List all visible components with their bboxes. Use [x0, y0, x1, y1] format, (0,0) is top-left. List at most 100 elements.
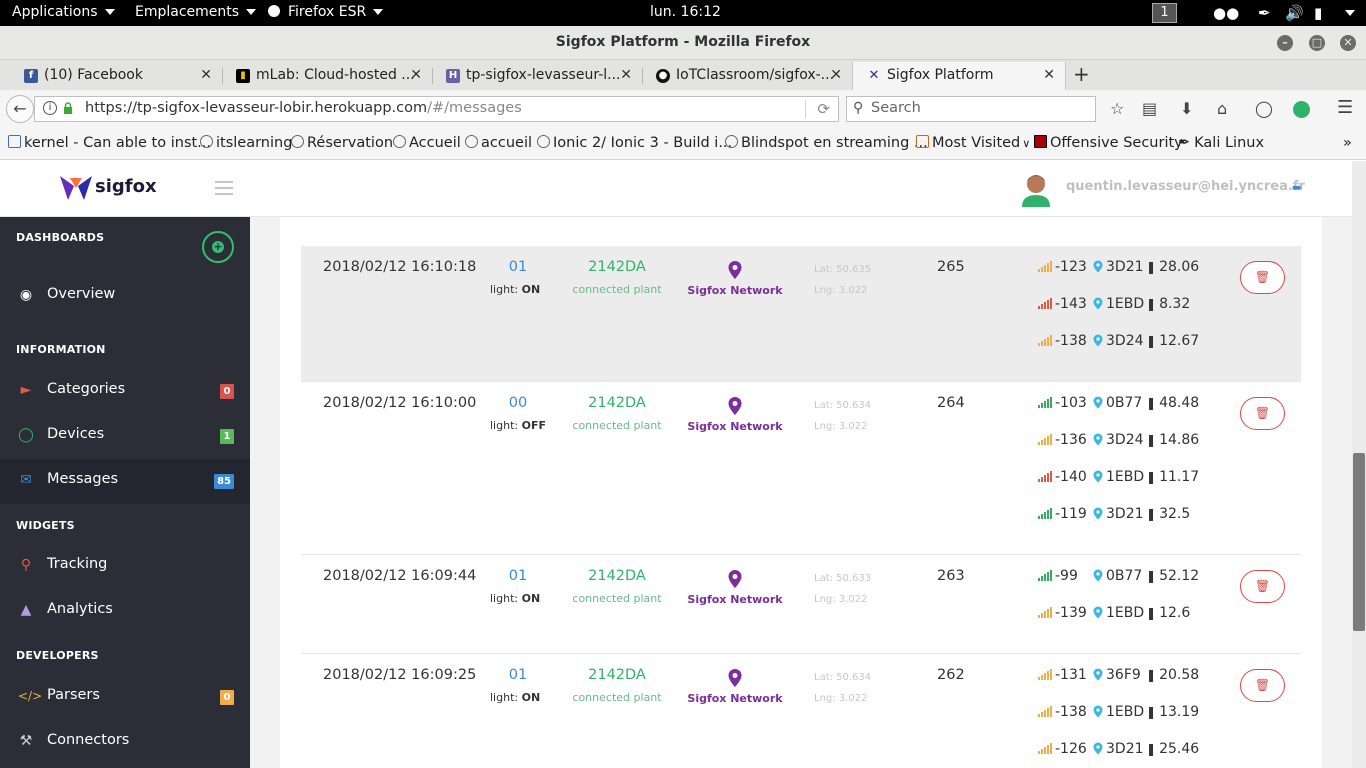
bookmark-blindspot[interactable]: Blindspot en streaming ...: [725, 135, 928, 151]
close-tab-icon[interactable]: ✕: [200, 67, 212, 83]
station-id: 1EBD: [1106, 605, 1145, 621]
sigfox-logo-icon[interactable]: [60, 174, 92, 202]
system-menu-chevron-icon[interactable]: [1345, 10, 1355, 16]
message-date: 2018/02/12 16:10:18: [323, 259, 477, 275]
device-id-link[interactable]: 2142DA: [576, 667, 658, 683]
device-id-link[interactable]: 2142DA: [576, 259, 658, 275]
new-tab-icon[interactable]: +: [1073, 62, 1090, 86]
back-arrow-icon[interactable]: ←: [6, 95, 34, 123]
sidebar-item-analytics[interactable]: ▲ Analytics: [0, 589, 250, 634]
station-marker-icon: [1093, 705, 1103, 718]
sidebar-toggle-icon[interactable]: [215, 181, 233, 199]
close-tab-icon[interactable]: ✕: [1043, 67, 1055, 83]
clock[interactable]: lun. 16:12: [650, 4, 721, 20]
rssi-value: -140: [1055, 469, 1087, 485]
tab-mlab[interactable]: ▮ mLab: Cloud-hosted ... ✕: [222, 62, 432, 90]
bookmark-ionic[interactable]: Ionic 2/ Ionic 3 - Build i...: [537, 135, 732, 151]
hamburger-menu-icon[interactable]: ☰: [1337, 97, 1353, 118]
bookmark-kali-linux[interactable]: ✒ Kali Linux: [1178, 135, 1264, 151]
sigfox-logo-text[interactable]: sigfox: [95, 176, 157, 197]
delete-message-button[interactable]: 🗑: [1240, 261, 1285, 294]
map-pin-icon[interactable]: [726, 569, 744, 589]
close-tab-icon[interactable]: ✕: [410, 67, 422, 83]
extension-icon[interactable]: [1293, 101, 1310, 118]
sidebar-item-overview[interactable]: ◉ Overview: [0, 274, 250, 319]
avatar[interactable]: [1019, 171, 1053, 207]
scrollbar-thumb[interactable]: [1353, 453, 1365, 631]
workspace-indicator[interactable]: 1: [1152, 3, 1177, 23]
message-data[interactable]: 01: [501, 568, 535, 584]
info-icon[interactable]: i: [43, 101, 57, 115]
sidebar-item-categories[interactable]: ► Categories 0: [0, 369, 250, 414]
delete-message-button[interactable]: 🗑: [1240, 570, 1285, 603]
search-placeholder: Search: [871, 100, 921, 116]
base-station-entry: -143 1EBD ❚ 8.32: [1038, 296, 1190, 316]
delete-message-button[interactable]: 🗑: [1240, 397, 1285, 430]
message-data[interactable]: 01: [501, 667, 535, 683]
bookmark-itslearning[interactable]: itslearning: [200, 135, 292, 151]
volume-icon[interactable]: 🔊: [1285, 4, 1304, 22]
applications-menu[interactable]: Applications: [12, 4, 115, 20]
tab-github[interactable]: ● IoTClassroom/sigfox-... ✕: [642, 62, 852, 90]
sidebar-item-connectors[interactable]: ⚒ Connectors: [0, 720, 250, 765]
sidebar-item-label: Categories: [47, 381, 126, 397]
map-pin-icon[interactable]: [726, 396, 744, 416]
tab-heroku[interactable]: H tp-sigfox-levasseur-l... ✕: [432, 62, 642, 90]
pen-icon[interactable]: ✒: [1258, 4, 1271, 22]
close-tab-icon[interactable]: ✕: [830, 67, 842, 83]
trash-icon: 🗑: [1254, 678, 1271, 692]
places-menu[interactable]: Emplacements: [135, 4, 257, 20]
station-id: 0B77: [1106, 568, 1143, 584]
trash-icon: 🗑: [1254, 579, 1271, 593]
minimize-icon[interactable]: –: [1277, 35, 1293, 51]
signal-strength-icon: [1038, 570, 1052, 581]
base-station-entry: -99 0B77 ❚ 52.12: [1038, 568, 1199, 588]
longitude: Lng: 3.022: [814, 594, 868, 605]
bookmarks-overflow-icon[interactable]: »: [1343, 135, 1352, 151]
search-bar[interactable]: ⚲ Search: [846, 96, 1096, 122]
bookmark-star-icon[interactable]: ☆: [1110, 99, 1124, 118]
bookmark-kernel[interactable]: kernel - Can able to inst...: [8, 135, 211, 151]
sidebar-item-messages[interactable]: ✉ Messages 85: [0, 459, 250, 504]
close-window-icon[interactable]: ✕: [1340, 35, 1356, 51]
tab-facebook[interactable]: f (10) Facebook ✕: [10, 62, 222, 90]
bookmark-most-visited[interactable]: Most Visited ∨: [916, 135, 1030, 151]
close-tab-icon[interactable]: ✕: [620, 67, 632, 83]
logout-icon[interactable]: ➨: [1292, 181, 1303, 196]
message-date: 2018/02/12 16:09:25: [323, 667, 477, 683]
offsec-icon: [1034, 135, 1047, 148]
snr-icon: ❚: [1146, 334, 1157, 348]
sidebar-item-tracking[interactable]: ⚲ Tracking: [0, 544, 250, 589]
device-id-link[interactable]: 2142DA: [576, 395, 658, 411]
library-icon[interactable]: ▤: [1142, 99, 1157, 118]
reload-icon[interactable]: ⟳: [817, 100, 830, 118]
message-data[interactable]: 01: [501, 259, 535, 275]
message-date: 2018/02/12 16:10:00: [323, 395, 477, 411]
firefox-menu[interactable]: Firefox ESR: [268, 4, 384, 20]
user-email[interactable]: quentin.levasseur@hei.yncrea.fr: [1066, 179, 1305, 194]
bookmark-accueil[interactable]: Accueil: [393, 135, 461, 151]
bookmark-reservation[interactable]: Réservation: [291, 135, 393, 151]
maximize-icon[interactable]: □: [1309, 35, 1325, 51]
add-dashboard-button[interactable]: +: [202, 231, 234, 263]
message-data[interactable]: 00: [501, 395, 535, 411]
tab-sigfox-platform[interactable]: ✕ Sigfox Platform ✕: [852, 62, 1066, 90]
page-scrollbar[interactable]: [1352, 161, 1366, 768]
bookmark-offensive-security[interactable]: Offensive Security: [1034, 135, 1183, 151]
bookmark-accueil-2[interactable]: accueil: [465, 135, 532, 151]
url-bar[interactable]: i https://tp-sigfox-levasseur-lobir.hero…: [34, 96, 839, 122]
map-marker-icon: ⚲: [20, 557, 32, 573]
message-date: 2018/02/12 16:09:44: [323, 568, 477, 584]
home-icon[interactable]: ⌂: [1217, 99, 1227, 118]
download-icon[interactable]: ⬇: [1180, 99, 1193, 118]
sidebar-item-devices[interactable]: ◯ Devices 1: [0, 414, 250, 459]
code-icon: </>: [18, 689, 43, 703]
sidebar-item-parsers[interactable]: </> Parsers 0: [0, 675, 250, 720]
delete-message-button[interactable]: 🗑: [1240, 669, 1285, 702]
device-id-link[interactable]: 2142DA: [576, 568, 658, 584]
map-pin-icon[interactable]: [726, 260, 744, 280]
pocket-icon[interactable]: ◯: [1255, 99, 1273, 118]
battery-icon[interactable]: ▮: [1314, 4, 1322, 22]
map-pin-icon[interactable]: [726, 668, 744, 688]
people-icon[interactable]: ●●: [1213, 4, 1239, 22]
